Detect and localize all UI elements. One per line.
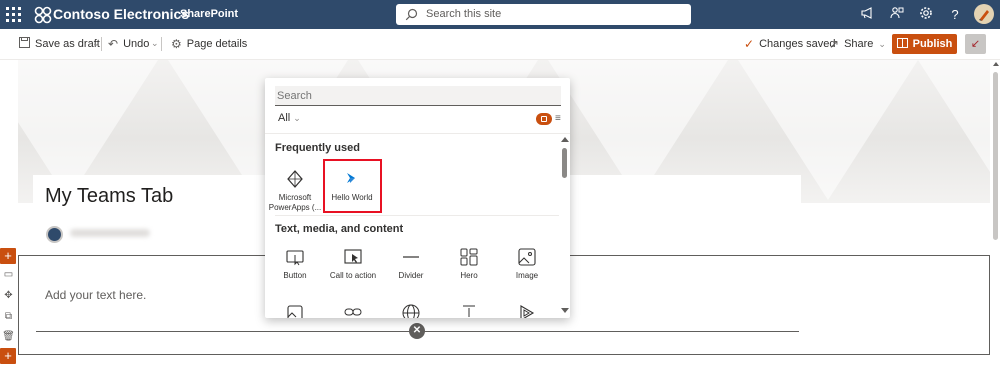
hero-icon xyxy=(459,248,479,266)
divider xyxy=(275,215,559,216)
webpart-call-to-action[interactable]: Call to action xyxy=(324,241,382,293)
page-details-label: Page details xyxy=(186,38,248,50)
webpart-button[interactable]: Button xyxy=(266,241,324,293)
webpart-spacer[interactable] xyxy=(440,296,498,318)
search-icon xyxy=(405,8,418,21)
button-icon xyxy=(285,248,305,266)
page-scrollbar[interactable] xyxy=(991,60,1000,368)
scrollbar-thumb[interactable] xyxy=(562,148,567,178)
link-icon xyxy=(343,303,363,318)
save-as-draft-button[interactable]: Save as draft xyxy=(19,29,100,59)
divider xyxy=(265,133,570,134)
image-icon xyxy=(517,248,537,266)
author-name-redacted xyxy=(70,229,150,237)
add-section-button[interactable]: + xyxy=(0,248,16,264)
delete-icon[interactable]: 🗑 xyxy=(2,330,15,343)
webpart-label: Microsoft PowerApps (... xyxy=(268,193,322,212)
webpart-hero[interactable]: Hero xyxy=(440,241,498,293)
webpart-label: Image xyxy=(515,271,539,280)
checkmark-icon: ✓ xyxy=(744,37,755,51)
grid-view-icon[interactable] xyxy=(536,113,552,125)
globe-icon xyxy=(401,303,421,318)
webpart-label: Hero xyxy=(460,271,478,280)
webpart-image[interactable]: Image xyxy=(498,241,556,293)
undo-button[interactable]: ↶ Undo xyxy=(108,29,149,59)
megaphone-icon[interactable] xyxy=(858,6,876,24)
page-title[interactable]: My Teams Tab xyxy=(45,185,173,208)
call-to-action-icon xyxy=(343,248,363,266)
webpart-image-gallery[interactable] xyxy=(266,296,324,318)
scroll-up-icon[interactable] xyxy=(561,137,569,142)
webpart-link[interactable] xyxy=(324,296,382,318)
move-icon[interactable]: ✥ xyxy=(2,289,15,302)
scrollbar-thumb[interactable] xyxy=(993,72,998,240)
toolbox-search-input[interactable] xyxy=(275,86,561,106)
changes-saved-label: Changes saved xyxy=(759,38,836,50)
scroll-up-icon[interactable] xyxy=(993,62,999,66)
search-placeholder: Search this site xyxy=(426,8,502,20)
contoso-logo-icon xyxy=(34,6,52,24)
webpart-toolbox: All ⌄ ≡ Frequently used Microsoft PowerA… xyxy=(265,78,570,318)
waffle-icon[interactable] xyxy=(6,7,22,23)
collapse-icon[interactable]: ↙ xyxy=(965,34,986,54)
changes-saved-status: ✓ Changes saved xyxy=(744,29,836,59)
share-icon: ↗ xyxy=(829,37,840,51)
app-name[interactable]: SharePoint xyxy=(180,8,238,20)
powerapps-icon xyxy=(285,170,305,188)
edit-section-icon[interactable]: ▭ xyxy=(2,268,15,281)
webpart-label: Button xyxy=(283,271,307,280)
command-bar: Save as draft ⌄ ↶ Undo ⌄ ⚙ Page details … xyxy=(0,29,1000,60)
community-icon[interactable] xyxy=(888,6,906,24)
gear-icon[interactable] xyxy=(917,6,935,24)
avatar[interactable] xyxy=(974,4,994,24)
toolbox-scrollbar[interactable] xyxy=(561,134,570,318)
gear-icon: ⚙ xyxy=(171,37,182,51)
spacer-icon xyxy=(459,303,479,318)
suite-bar: Contoso Electronics SharePoint Search th… xyxy=(0,0,1000,29)
save-as-draft-label: Save as draft xyxy=(35,38,100,50)
chevron-down-icon: ⌄ xyxy=(878,38,886,49)
divider xyxy=(161,37,162,51)
filter-dropdown[interactable]: All ⌄ xyxy=(278,112,301,124)
brand-name[interactable]: Contoso Electronics xyxy=(53,6,189,22)
divider xyxy=(101,37,102,51)
close-toolbox-icon[interactable]: ✕ xyxy=(409,323,425,339)
webpart-label: Divider xyxy=(398,271,424,280)
image-gallery-icon xyxy=(285,303,305,318)
site-search-box[interactable]: Search this site xyxy=(396,4,691,25)
share-button[interactable]: ↗ Share ⌄ xyxy=(829,29,886,59)
scroll-down-icon[interactable] xyxy=(561,308,569,313)
webpart-powerapps[interactable]: Microsoft PowerApps (... xyxy=(266,163,324,215)
author-avatar xyxy=(46,226,63,243)
add-section-button[interactable]: + xyxy=(0,348,16,364)
section-heading: Text, media, and content xyxy=(275,223,404,235)
publish-button[interactable]: Publish xyxy=(892,34,957,54)
undo-label: Undo xyxy=(123,38,150,50)
save-chevron-down-icon[interactable]: ⌄ xyxy=(92,38,100,49)
filter-label: All xyxy=(278,112,291,124)
help-icon[interactable]: ? xyxy=(946,6,964,24)
duplicate-icon[interactable]: ⧉ xyxy=(2,310,15,323)
webpart-divider[interactable]: Divider xyxy=(382,241,440,293)
publish-icon xyxy=(896,37,908,51)
list-view-icon[interactable]: ≡ xyxy=(555,113,561,124)
share-label: Share xyxy=(844,38,874,50)
save-icon xyxy=(19,37,30,51)
section-heading: Frequently used xyxy=(275,142,360,154)
webpart-stream[interactable] xyxy=(498,296,556,318)
divider-icon xyxy=(401,248,421,266)
webpart-embed[interactable] xyxy=(382,296,440,318)
chevron-down-icon: ⌄ xyxy=(293,113,301,123)
page-details-button[interactable]: ⚙ Page details xyxy=(171,29,247,59)
publish-label: Publish xyxy=(912,38,953,50)
stream-icon xyxy=(517,303,537,318)
undo-chevron-down-icon[interactable]: ⌄ xyxy=(151,38,159,49)
text-placeholder[interactable]: Add your text here. xyxy=(45,288,146,302)
undo-icon: ↶ xyxy=(108,37,119,51)
webpart-label: Call to action xyxy=(329,271,377,280)
highlight-box xyxy=(323,159,382,213)
